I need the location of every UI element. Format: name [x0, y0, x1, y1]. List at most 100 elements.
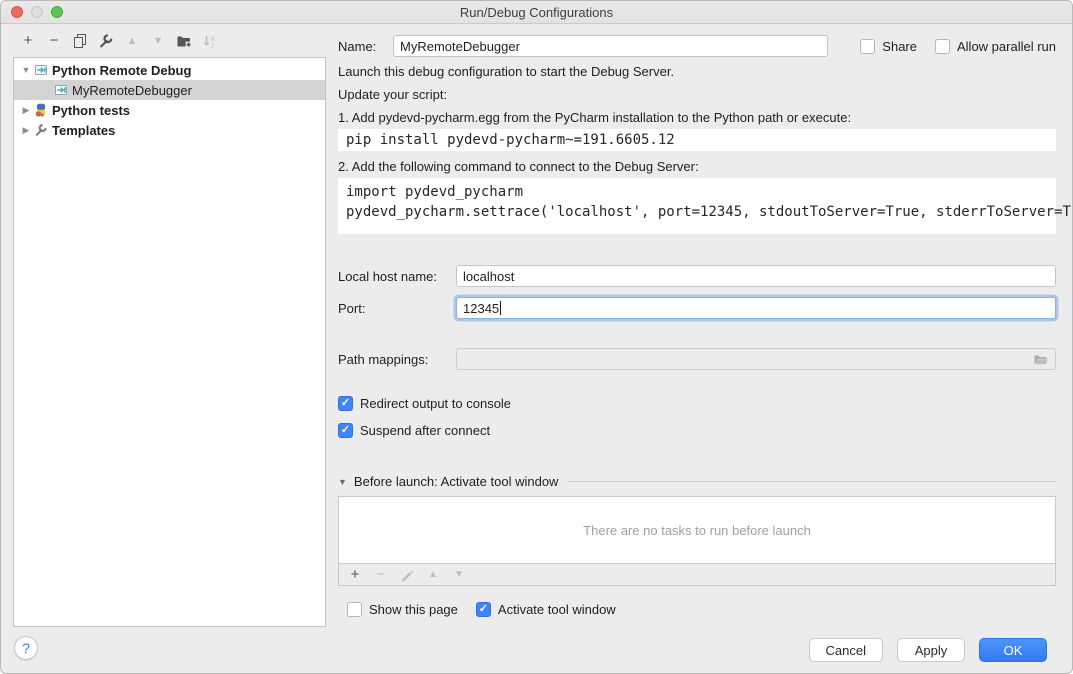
empty-task-list-message: There are no tasks to run before launch [339, 497, 1055, 563]
open-folder-icon[interactable] [1033, 352, 1049, 366]
pencil-icon [400, 568, 414, 582]
name-label: Name: [338, 39, 393, 54]
sort-az-icon: a z [202, 33, 218, 49]
wrench-icon [98, 33, 114, 49]
allow-parallel-run-label: Allow parallel run [957, 39, 1056, 54]
chevron-down-icon[interactable]: ▼ [18, 65, 34, 75]
suspend-after-connect-label: Suspend after connect [360, 423, 490, 438]
port-label: Port: [338, 301, 456, 316]
port-input[interactable]: 12345 [456, 297, 1056, 319]
pip-install-code: pip install pydevd-pycharm~=191.6605.12 [338, 129, 1056, 151]
minus-icon: − [50, 33, 59, 49]
move-task-down-button[interactable]: ▼ [451, 567, 467, 583]
tree-item-python-remote-debug[interactable]: ▼ Python Remote Debug [14, 60, 325, 80]
local-host-name-input[interactable] [456, 265, 1056, 287]
add-task-button[interactable]: + [347, 567, 363, 583]
python-tests-icon [34, 103, 48, 117]
help-icon: ? [22, 640, 30, 656]
zoom-window-button[interactable] [51, 6, 63, 18]
triangle-up-icon: ▲ [127, 33, 138, 49]
path-mappings-label: Path mappings: [338, 352, 456, 367]
instruction-line-2: Update your script: [338, 87, 1056, 103]
cancel-button[interactable]: Cancel [809, 638, 883, 662]
svg-text:a: a [211, 35, 215, 42]
local-host-name-label: Local host name: [338, 269, 456, 284]
triangle-down-icon: ▼ [454, 567, 464, 583]
before-launch-title: Before launch: Activate tool window [354, 474, 559, 489]
move-task-up-button[interactable]: ▲ [425, 567, 441, 583]
plus-icon: + [24, 33, 33, 49]
configurations-sidebar: + − ▲ ▼ [1, 24, 338, 627]
port-value: 12345 [463, 301, 499, 316]
activate-tool-window-label: Activate tool window [498, 602, 616, 617]
help-button[interactable]: ? [14, 636, 38, 660]
redirect-output-checkbox[interactable]: ✓ Redirect output to console [338, 396, 511, 411]
templates-wrench-icon [34, 123, 48, 137]
tree-item-label: Python Remote Debug [52, 63, 191, 78]
configurations-toolbar: + − ▲ ▼ [1, 24, 338, 57]
triangle-up-icon: ▲ [428, 567, 438, 583]
folder-add-icon [176, 33, 192, 49]
remove-task-button[interactable]: − [373, 567, 389, 583]
tree-item-label: Python tests [52, 103, 130, 118]
suspend-after-connect-checkbox[interactable]: ✓ Suspend after connect [338, 423, 490, 438]
move-up-button[interactable]: ▲ [124, 33, 140, 49]
share-checkbox[interactable]: Share [860, 39, 917, 54]
tree-item-label: Templates [52, 123, 115, 138]
titlebar: Run/Debug Configurations [1, 1, 1072, 24]
apply-button[interactable]: Apply [897, 638, 965, 662]
run-debug-configurations-dialog: Run/Debug Configurations + − [0, 0, 1073, 674]
tree-item-templates[interactable]: ▶ Templates [14, 120, 325, 140]
window-controls [11, 6, 63, 18]
minus-icon: − [377, 567, 386, 583]
text-caret [500, 301, 501, 315]
settrace-code-line-1: import pydevd_pycharm [346, 182, 1048, 202]
checkbox-checked-icon: ✓ [338, 396, 353, 411]
dialog-footer: ? Cancel Apply OK [1, 627, 1072, 673]
window-title: Run/Debug Configurations [460, 5, 613, 20]
ok-button[interactable]: OK [979, 638, 1047, 662]
chevron-right-icon[interactable]: ▶ [18, 125, 34, 136]
chevron-right-icon[interactable]: ▶ [18, 105, 34, 116]
section-divider [567, 481, 1056, 482]
close-window-button[interactable] [11, 6, 23, 18]
redirect-output-label: Redirect output to console [360, 396, 511, 411]
edit-task-button[interactable] [399, 567, 415, 583]
checkbox-checked-icon: ✓ [338, 423, 353, 438]
show-this-page-label: Show this page [369, 602, 458, 617]
move-down-button[interactable]: ▼ [150, 33, 166, 49]
instruction-line-1: Launch this debug configuration to start… [338, 64, 1056, 80]
chevron-down-icon[interactable]: ▼ [338, 477, 347, 487]
instruction-step-1: 1. Add pydevd-pycharm.egg from the PyCha… [338, 110, 1056, 126]
share-checkbox-label: Share [882, 39, 917, 54]
instruction-step-2: 2. Add the following command to connect … [338, 159, 1056, 175]
minimize-window-button[interactable] [31, 6, 43, 18]
tree-item-label: MyRemoteDebugger [72, 83, 192, 98]
sort-configurations-button[interactable]: a z [202, 33, 218, 49]
before-launch-toolbar: + − ▲ ▼ [339, 563, 1055, 585]
new-folder-button[interactable] [176, 33, 192, 49]
name-input[interactable] [393, 35, 828, 57]
copy-icon [72, 33, 88, 49]
tree-item-python-tests[interactable]: ▶ Python tests [14, 100, 325, 120]
edit-templates-button[interactable] [98, 33, 114, 49]
remove-configuration-button[interactable]: − [46, 33, 62, 49]
before-launch-task-list: There are no tasks to run before launch … [338, 496, 1056, 586]
allow-parallel-run-checkbox[interactable]: Allow parallel run [935, 39, 1056, 54]
copy-configuration-button[interactable] [72, 33, 88, 49]
configuration-settings-panel: Name: Share Allow parallel run Launch th… [338, 24, 1072, 627]
add-configuration-button[interactable]: + [20, 33, 36, 49]
run-config-icon [34, 63, 48, 77]
checkbox-checked-icon: ✓ [476, 602, 491, 617]
activate-tool-window-checkbox[interactable]: ✓ Activate tool window [476, 602, 616, 617]
run-config-icon [54, 83, 68, 97]
settrace-code-line-2: pydevd_pycharm.settrace('localhost', por… [346, 202, 1048, 222]
checkbox-unchecked-icon [860, 39, 875, 54]
show-this-page-checkbox[interactable]: Show this page [347, 602, 458, 617]
path-mappings-input[interactable] [456, 348, 1056, 370]
tree-item-myremotedebugger[interactable]: MyRemoteDebugger [14, 80, 325, 100]
triangle-down-icon: ▼ [153, 33, 164, 49]
before-launch-section-header[interactable]: ▼ Before launch: Activate tool window [338, 474, 1056, 489]
checkbox-unchecked-icon [347, 602, 362, 617]
plus-icon: + [351, 567, 360, 583]
